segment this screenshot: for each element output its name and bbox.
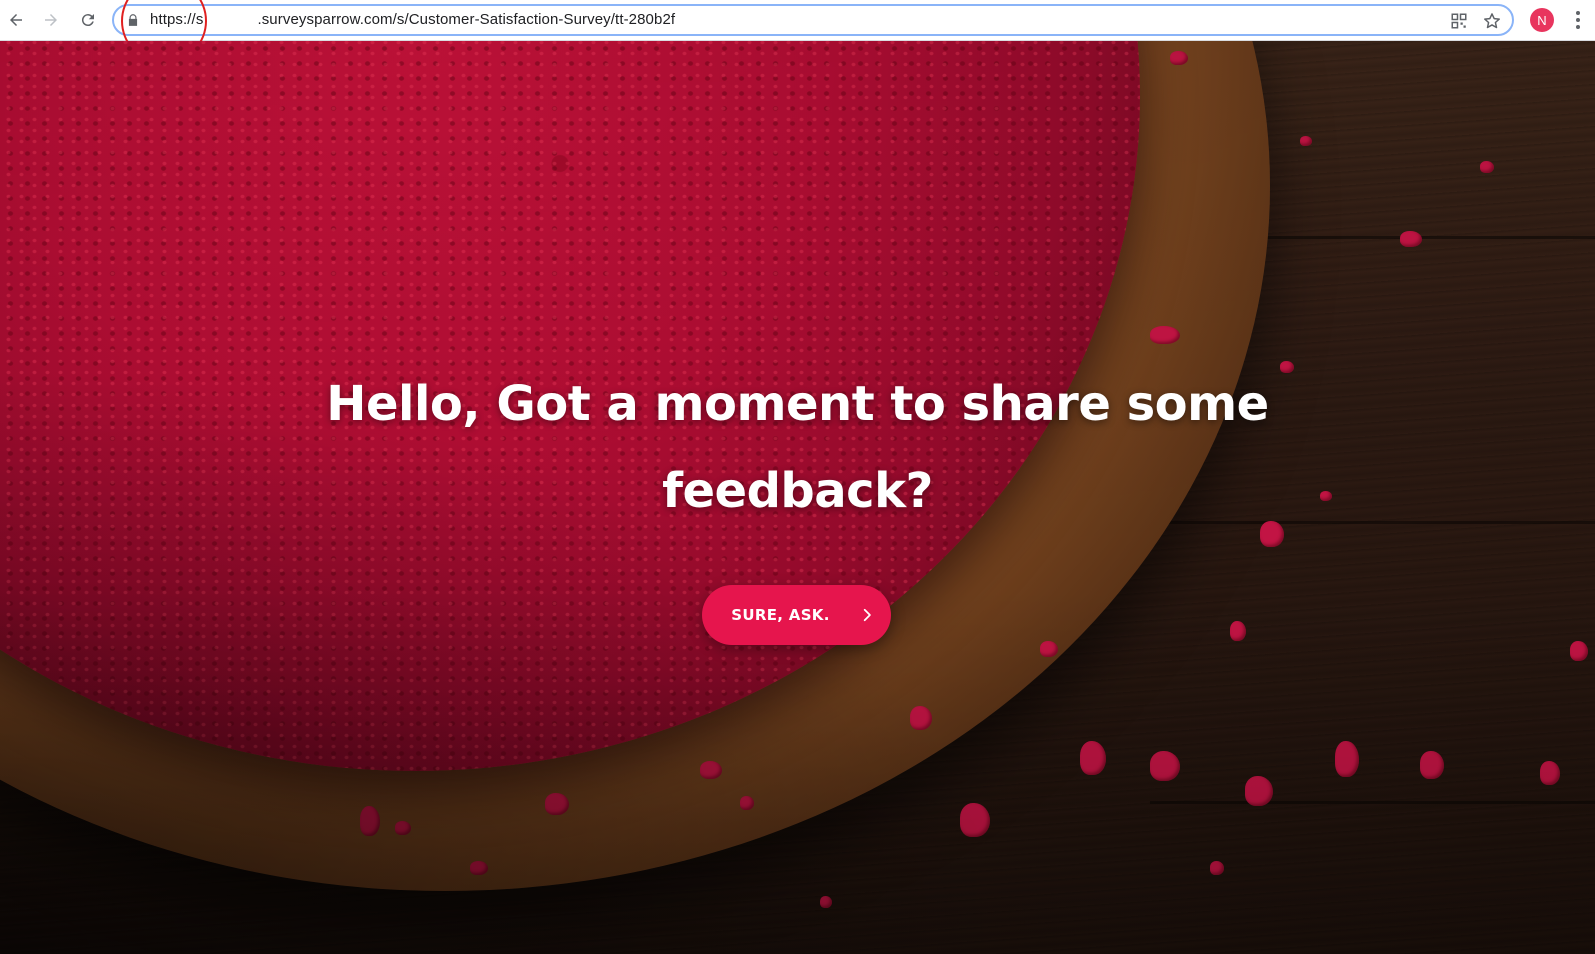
sure-ask-button[interactable]: SURE, ASK. [702, 585, 891, 645]
survey-welcome-screen: Hello, Got a moment to share some feedba… [0, 41, 1595, 954]
headline-line-1: Hello, Got a moment to share some [326, 376, 1269, 432]
kebab-menu-icon[interactable] [1568, 8, 1588, 32]
headline-line-2: feedback? [662, 463, 933, 519]
welcome-headline: Hello, Got a moment to share some feedba… [300, 361, 1295, 535]
address-bar[interactable]: https://s .surveysparrow.com/s/Customer-S… [112, 4, 1514, 36]
qr-code-icon[interactable] [1450, 12, 1468, 30]
arrow-right-icon [45, 14, 57, 26]
reload-icon [81, 14, 94, 27]
lock-icon[interactable] [126, 13, 140, 27]
forward-button[interactable] [39, 8, 63, 32]
url-path: .surveysparrow.com/s/Customer-Satisfacti… [257, 11, 676, 28]
reload-button[interactable] [76, 8, 100, 32]
star-icon[interactable] [1482, 11, 1502, 31]
profile-avatar[interactable]: N [1530, 8, 1554, 32]
cta-label: SURE, ASK. [731, 606, 830, 624]
browser-toolbar: https://s .surveysparrow.com/s/Customer-S… [0, 0, 1595, 64]
arrow-left-icon [10, 14, 22, 26]
chevron-right-icon [863, 608, 871, 622]
url-scheme: https://s [150, 11, 204, 28]
welcome-content: Hello, Got a moment to share some feedba… [0, 41, 1595, 954]
url-text[interactable]: https://s .surveysparrow.com/s/Customer-S… [150, 11, 675, 28]
back-button[interactable] [4, 8, 28, 32]
